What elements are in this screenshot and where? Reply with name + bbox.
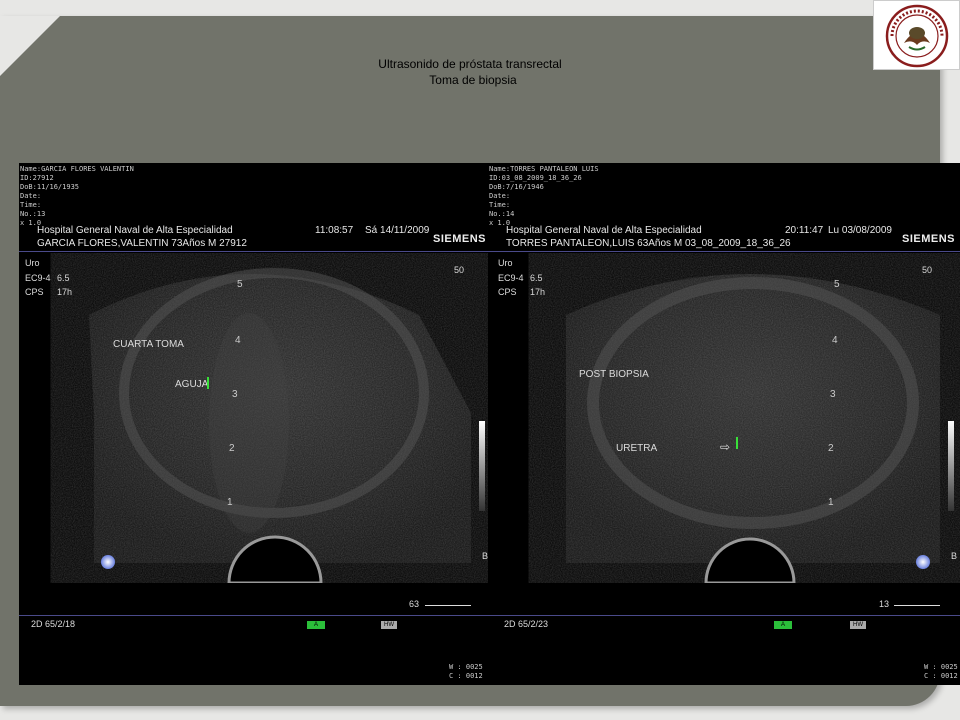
cine-bar <box>894 605 940 606</box>
hospital-name: Hospital General Naval de Alta Especiali… <box>506 225 702 236</box>
footer-mode: 2D 65/2/18 <box>31 619 76 629</box>
annotation-cuarta-toma: CUARTA TOMA <box>113 339 184 350</box>
scan-time: 20:11:47 <box>785 225 824 236</box>
ultrasound-image <box>566 274 940 583</box>
footer-gray-indicator: HW <box>850 621 866 629</box>
annotation-uretra: URETRA <box>616 443 658 454</box>
patient-line: GARCIA FLORES,VALENTIN 73Años M 27912 <box>37 238 247 249</box>
scan-date: Sá 14/11/2009 <box>365 225 430 236</box>
b-marker: B <box>951 551 958 561</box>
annotation-aguja: AGUJA <box>175 379 209 390</box>
scale-tick-4: 4 <box>832 335 838 346</box>
scale-tick-2: 2 <box>828 443 834 454</box>
scan-time: 11:08:57 <box>315 225 354 236</box>
scale-tick-1: 1 <box>828 497 834 508</box>
patient-meta: Name:TORRES PANTALEON LUIS ID:03_08_2009… <box>489 165 599 227</box>
footer-green-indicator: A <box>307 621 325 629</box>
ultrasound-panel-right: Name:TORRES PANTALEON LUIS ID:03_08_2009… <box>488 163 960 685</box>
gray-bar <box>479 421 485 511</box>
header-divider <box>488 251 960 252</box>
scale-tick-4: 4 <box>235 335 241 346</box>
frame-count: 63 <box>409 599 420 609</box>
title-line-2: Toma de biopsia <box>429 73 517 87</box>
footer-divider <box>488 615 960 616</box>
footer-mode: 2D 65/2/23 <box>504 619 549 629</box>
patient-meta: Name:GARCIA FLORES VALENTIN ID:27912 DoB… <box>20 165 134 227</box>
footer-divider <box>19 615 491 616</box>
scale-tick-3: 3 <box>232 389 238 400</box>
brand-logo: SIEMENS <box>433 233 487 245</box>
header-divider <box>19 251 491 252</box>
scale-tick-2: 2 <box>229 443 235 454</box>
orientation-icon <box>916 555 930 569</box>
scale-tick-5: 5 <box>237 279 243 290</box>
patient-line: TORRES PANTALEON,LUIS 63Años M 03_08_200… <box>506 238 791 249</box>
needle-marker <box>207 377 209 389</box>
scale-tick-5: 5 <box>834 279 840 290</box>
footer-gray-indicator: HW <box>381 621 397 629</box>
depth-scale: 5 4 3 2 1 <box>828 279 858 519</box>
orientation-icon <box>101 555 115 569</box>
depth-scale: 5 4 3 2 1 <box>227 279 259 519</box>
footer-green-indicator: A <box>774 621 792 629</box>
title-line-1: Ultrasonido de próstata transrectal <box>378 57 562 71</box>
window-center: W : 0025 C : 0012 <box>449 663 483 680</box>
scale-tick-3: 3 <box>830 389 836 400</box>
brand-logo: SIEMENS <box>902 233 956 245</box>
needle-marker <box>736 437 738 449</box>
annotation-post-biopsia: POST BIOPSIA <box>579 369 649 380</box>
gray-bar <box>948 421 954 511</box>
ultrasound-panel-left: Name:GARCIA FLORES VALENTIN ID:27912 DoB… <box>19 163 491 685</box>
arrow-pointer-icon: ⇨ <box>720 440 731 454</box>
window-center: W : 0025 C : 0012 <box>924 663 958 680</box>
hospital-name: Hospital General Naval de Alta Especiali… <box>37 225 233 236</box>
scan-date: Lu 03/08/2009 <box>828 225 892 236</box>
cine-bar <box>425 605 471 606</box>
frame-count: 13 <box>879 599 890 609</box>
scale-tick-1: 1 <box>227 497 233 508</box>
slide-title: Ultrasonido de próstata transrectal Toma… <box>0 56 940 88</box>
